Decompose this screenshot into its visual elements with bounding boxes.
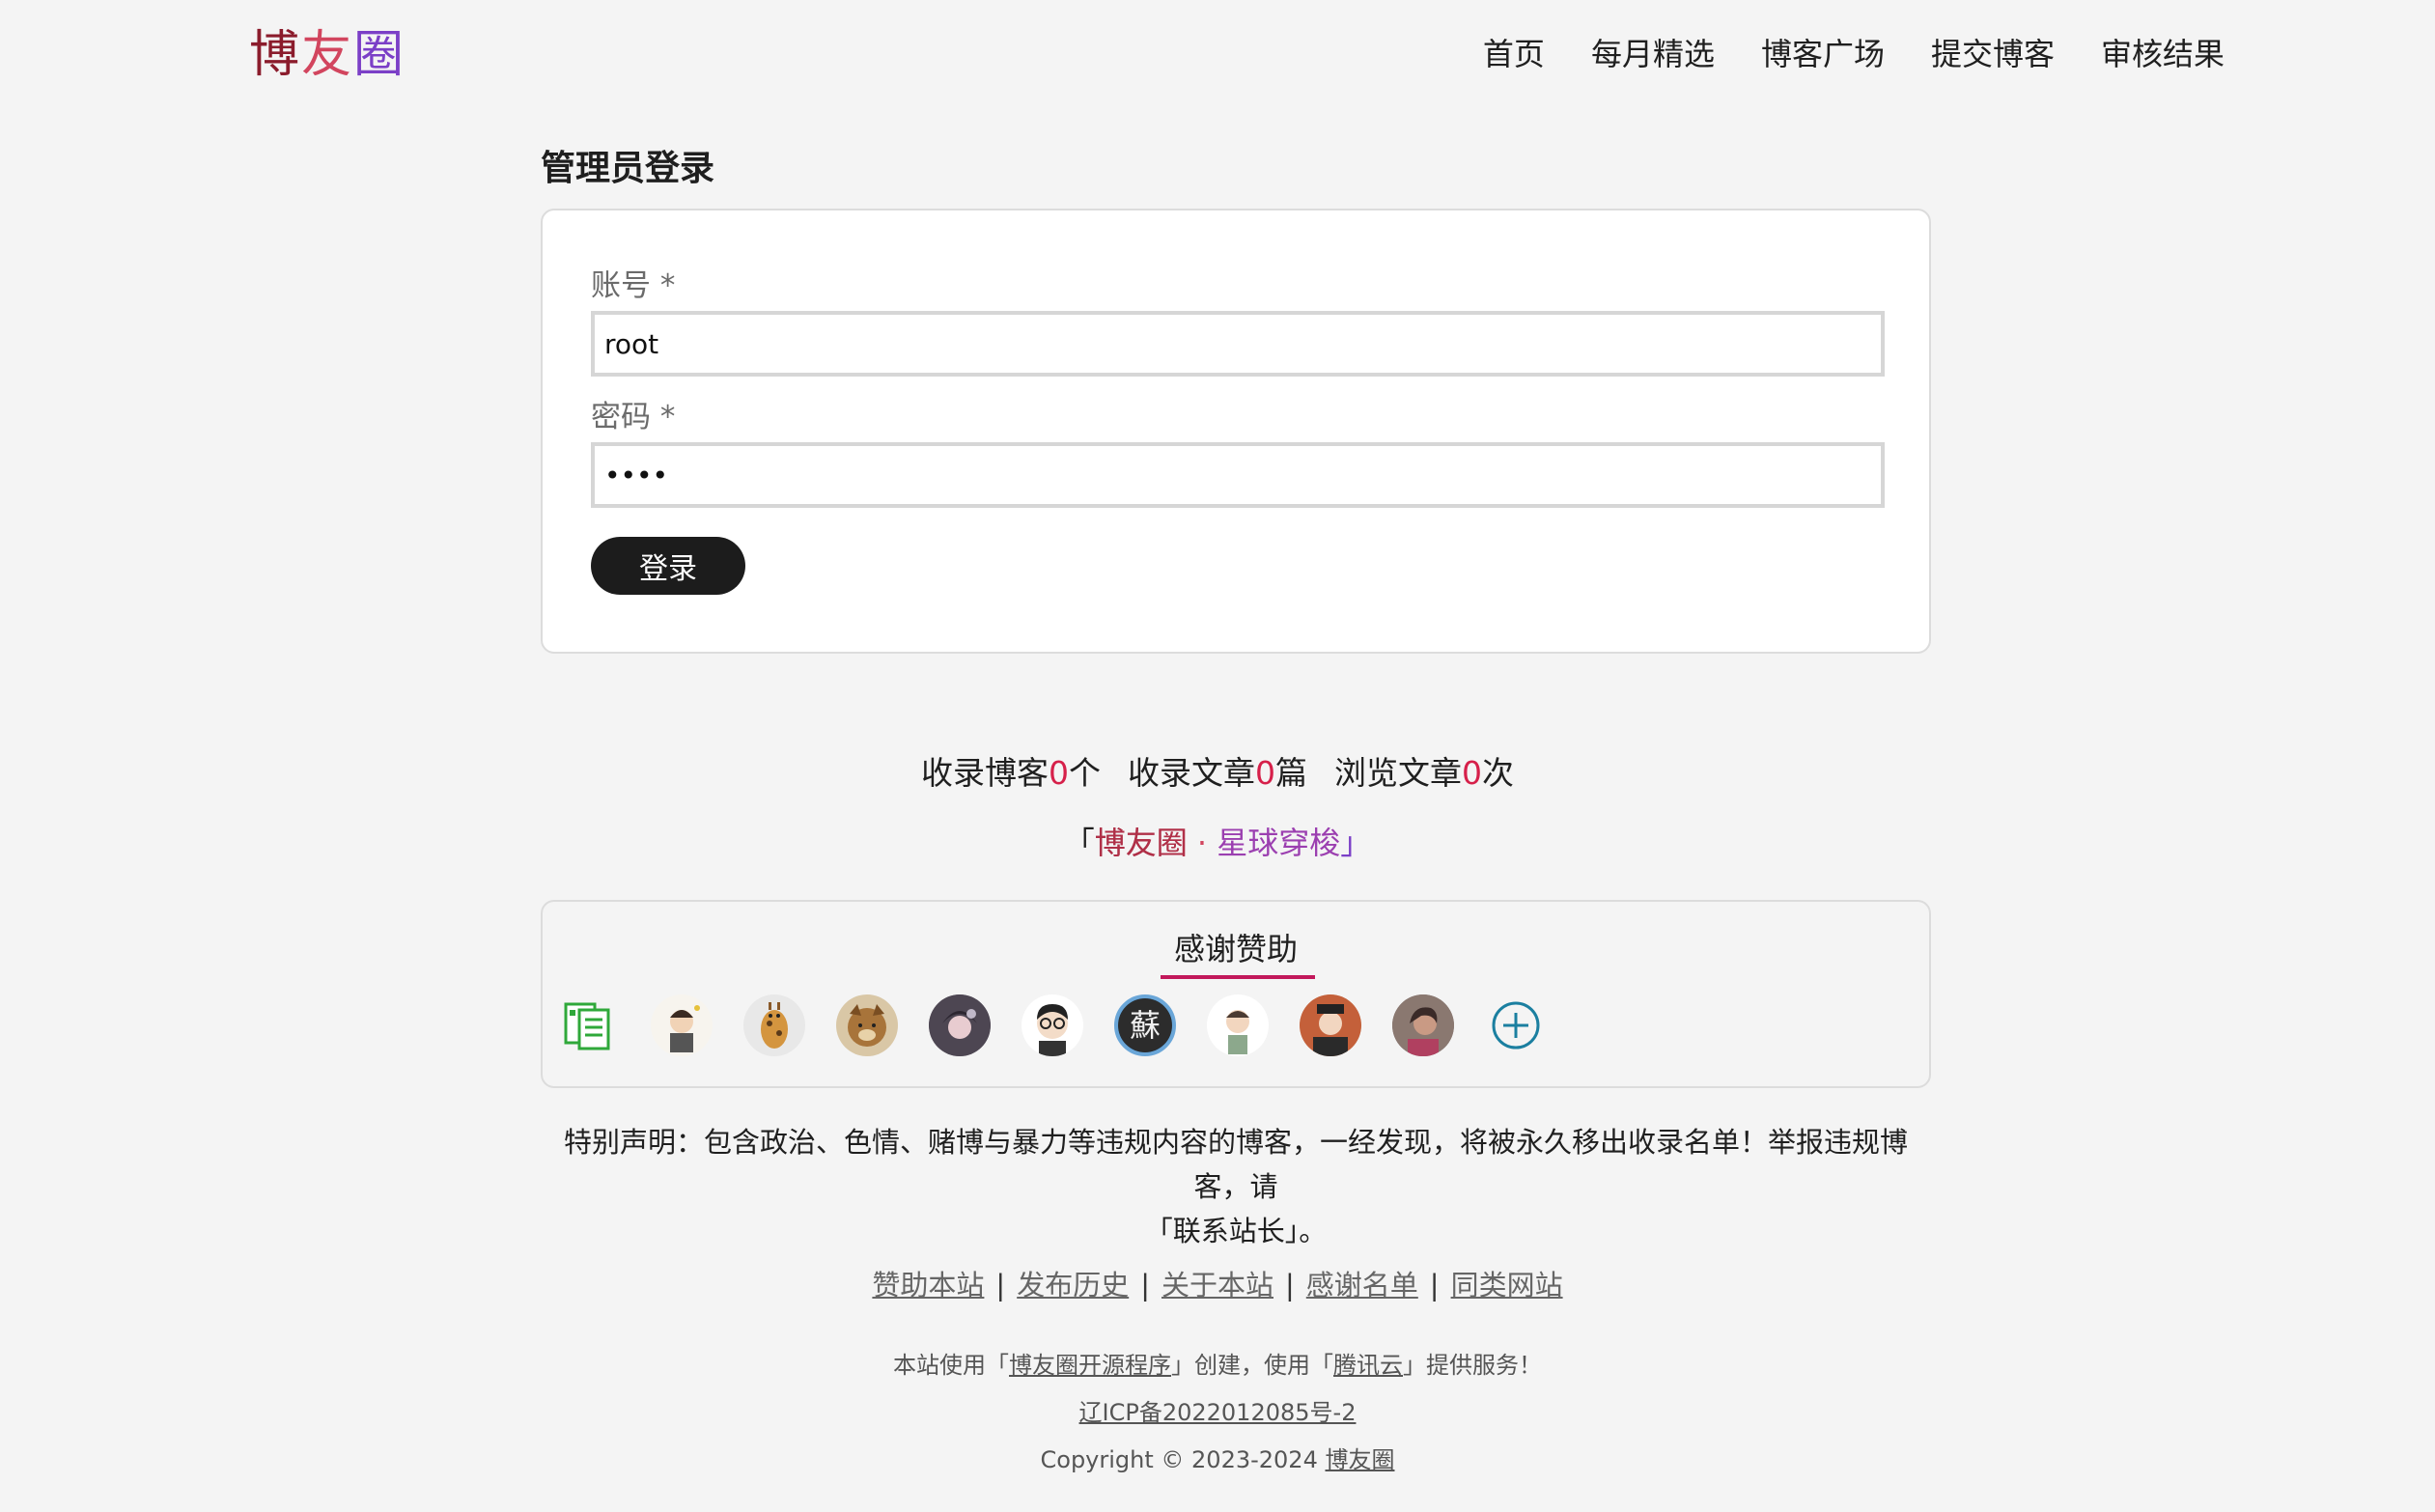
nav-blog-square[interactable]: 博客广场 (1761, 29, 1885, 79)
blogs-count: 0 (1049, 754, 1069, 792)
cartoon-man-avatar[interactable] (1207, 994, 1269, 1056)
logo-char-1: 博 (249, 26, 302, 84)
plus-circle-icon[interactable] (1485, 994, 1547, 1056)
views-count: 0 (1462, 754, 1482, 792)
footer-link-thanks[interactable]: 感谢名单 (1306, 1269, 1418, 1302)
sponsor-title: 感谢赞助 (1173, 931, 1298, 967)
articles-unit: 篇 (1275, 754, 1307, 792)
animal-avatar[interactable] (836, 994, 898, 1056)
account-label: 账号 * (591, 268, 676, 303)
page-title: 管理员登录 (541, 149, 715, 188)
powered-suffix: 」提供服务！ (1403, 1352, 1542, 1379)
logo-char-2: 友 (301, 26, 354, 84)
views-unit: 次 (1482, 754, 1514, 792)
logo-char-3: 圈 (353, 26, 406, 84)
icp-line: 辽ICP备2022012085号-2 (0, 1393, 2435, 1427)
footer-link-similar-sites[interactable]: 同类网站 (1451, 1269, 1563, 1302)
slogan-part1: 博友圈 (1094, 825, 1188, 861)
articles-label: 收录文章 (1128, 754, 1255, 792)
sponsor-avatars: 蘇 (558, 994, 1547, 1056)
powered-prefix: 本站使用「 (893, 1352, 1009, 1379)
slogan-dot: · (1187, 825, 1218, 861)
articles-count: 0 (1255, 754, 1275, 792)
open-source-link[interactable]: 博友圈开源程序 (1009, 1352, 1171, 1379)
login-card: 账号 * 密码 * 登录 (541, 209, 1931, 654)
notice-line-2[interactable]: 「联系站长」。 (541, 1209, 1931, 1253)
nav-monthly-picks[interactable]: 每月精选 (1591, 29, 1715, 79)
nav-submit-blog[interactable]: 提交博客 (1931, 29, 2055, 79)
footer-separator: | (1429, 1269, 1440, 1302)
icp-link[interactable]: 辽ICP备2022012085号-2 (1079, 1399, 1357, 1426)
footer-separator: | (1140, 1269, 1150, 1302)
nav-review-results[interactable]: 审核结果 (2101, 29, 2225, 79)
footer-link-release-history[interactable]: 发布历史 (1017, 1269, 1129, 1302)
account-input[interactable] (591, 311, 1885, 377)
footer-separator: | (1285, 1269, 1295, 1302)
sponsor-box: 感谢赞助 蘇 (541, 900, 1931, 1088)
host-link[interactable]: 腾讯云 (1333, 1352, 1403, 1379)
footer-link-about[interactable]: 关于本站 (1162, 1269, 1273, 1302)
glasses-man-avatar[interactable] (1022, 994, 1083, 1056)
su-character-avatar[interactable]: 蘇 (1114, 994, 1176, 1056)
ancient-costume-avatar[interactable] (1300, 994, 1361, 1056)
slogan: 「博友圈 · 星球穿梭」 (0, 819, 2435, 863)
site-stats: 收录博客0个 收录文章0篇 浏览文章0次 (0, 747, 2435, 794)
slogan-part2: 星球穿梭 (1217, 825, 1341, 861)
footer-link-sponsor[interactable]: 赞助本站 (872, 1269, 984, 1302)
password-label: 密码 * (591, 400, 676, 434)
main-nav: 首页 每月精选 博客广场 提交博客 审核结果 (1483, 29, 2225, 79)
notice-line-1: 特别声明：包含政治、色情、赌博与暴力等违规内容的博客，一经发现，将被永久移出收录… (563, 1126, 1908, 1203)
special-notice: 特别声明：包含政治、色情、赌博与暴力等违规内容的博客，一经发现，将被永久移出收录… (541, 1120, 1931, 1253)
photo-avatar[interactable] (1392, 994, 1454, 1056)
svg-text:蘇: 蘇 (1130, 1009, 1161, 1044)
copyright-line: Copyright © 2023-2024 博友圈 (0, 1441, 2435, 1474)
footer-links: 赞助本站 | 发布历史 | 关于本站 | 感谢名单 | 同类网站 (0, 1263, 2435, 1303)
login-button[interactable]: 登录 (591, 537, 745, 595)
cartoon-boy-avatar[interactable] (651, 994, 713, 1056)
nav-home[interactable]: 首页 (1483, 29, 1545, 79)
site-logo[interactable]: 博友圈 (249, 21, 406, 89)
powered-by-line: 本站使用「博友圈开源程序」创建，使用「腾讯云」提供服务！ (0, 1346, 2435, 1380)
slogan-close: 」 (1340, 825, 1372, 861)
document-logo-icon[interactable] (558, 994, 620, 1056)
slogan-open: 「 (1063, 825, 1095, 861)
blogs-label: 收录博客 (921, 754, 1049, 792)
views-label: 浏览文章 (1334, 754, 1462, 792)
copyright-link[interactable]: 博友圈 (1325, 1446, 1394, 1473)
anime-girl-avatar[interactable] (929, 994, 991, 1056)
copyright-text: Copyright © 2023-2024 (1040, 1446, 1326, 1473)
footer-separator: | (995, 1269, 1006, 1302)
blogs-unit: 个 (1069, 754, 1101, 792)
sponsor-title-underline (1161, 975, 1315, 979)
password-input[interactable] (591, 442, 1885, 508)
giraffe-avatar[interactable] (743, 994, 805, 1056)
powered-mid: 」创建，使用「 (1171, 1352, 1333, 1379)
